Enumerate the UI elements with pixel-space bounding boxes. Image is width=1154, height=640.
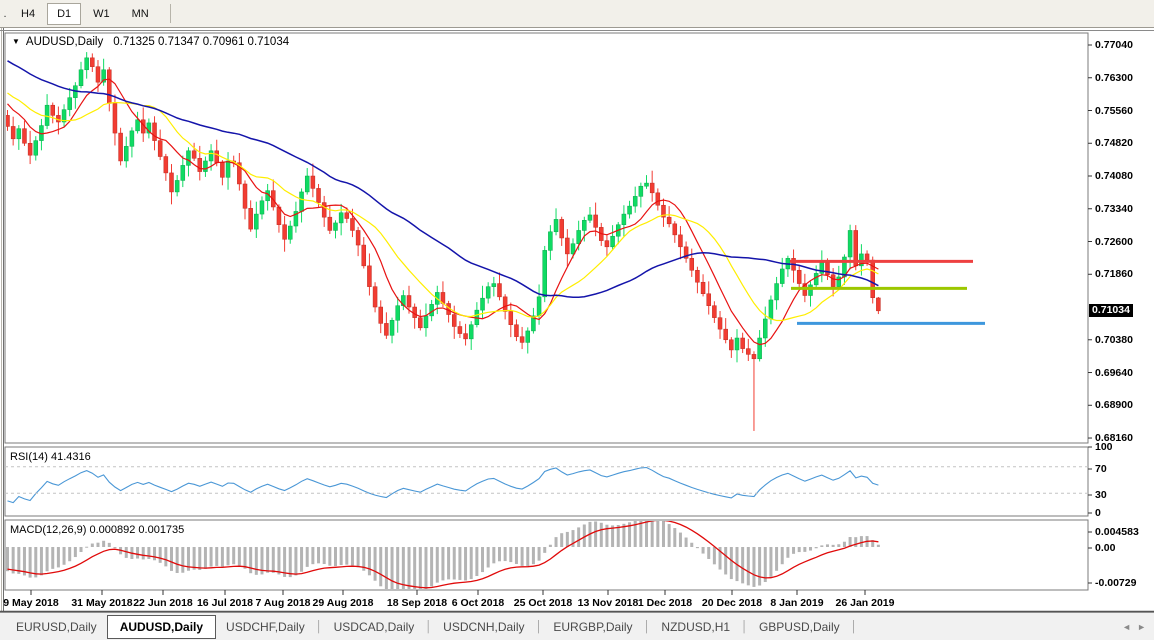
rsi-axis-label: 100 xyxy=(1095,441,1113,453)
tabs-scroll-left-icon[interactable]: ◄ xyxy=(1122,622,1131,632)
price-axis-label: 0.71860 xyxy=(1095,268,1133,280)
tab-separator: │ xyxy=(740,621,749,633)
tab-separator: │ xyxy=(850,621,859,633)
rsi-axis-label: 30 xyxy=(1095,489,1107,501)
price-axis-label: 0.68900 xyxy=(1095,399,1133,411)
price-axis-label: 0.70380 xyxy=(1095,334,1133,346)
current-price-tag: 0.71034 xyxy=(1089,304,1133,317)
price-axis-label: 0.74080 xyxy=(1095,170,1133,182)
macd-axis-label: 0.00 xyxy=(1095,542,1115,554)
chart-title: ▼ AUDUSD,Daily 0.71325 0.71347 0.70961 0.7… xyxy=(12,36,289,48)
chart-tab-usdcnh[interactable]: USDCNH,Daily xyxy=(433,616,534,638)
chart-tabs-bar: EURUSD,DailyAUDUSD,DailyUSDCHF,Daily│USD… xyxy=(0,612,1154,640)
tab-separator: │ xyxy=(424,621,433,633)
symbol-dropdown-icon[interactable]: ▼ xyxy=(12,37,20,46)
tab-separator: │ xyxy=(535,621,544,633)
chart-tab-usdcad[interactable]: USDCAD,Daily xyxy=(324,616,425,638)
macd-axis-label: -0.00729 xyxy=(1095,577,1136,589)
tab-separator: │ xyxy=(643,621,652,633)
date-axis-label: 26 Jan 2019 xyxy=(820,597,910,609)
price-axis-label: 0.72600 xyxy=(1095,236,1133,248)
price-axis-label: 0.75560 xyxy=(1095,105,1133,117)
chart-tab-gbpusd[interactable]: GBPUSD,Daily xyxy=(749,616,850,638)
chart-tab-eurusd[interactable]: EURUSD,Daily xyxy=(6,616,107,638)
chart-tab-nzdusd[interactable]: NZDUSD,H1 xyxy=(651,616,740,638)
chart-tab-audusd[interactable]: AUDUSD,Daily xyxy=(107,615,216,639)
chart-canvas[interactable] xyxy=(0,0,1154,640)
tabs-scroll-right-icon[interactable]: ► xyxy=(1137,622,1146,632)
rsi-axis-label: 0 xyxy=(1095,507,1101,519)
chart-symbol: AUDUSD,Daily xyxy=(26,36,103,48)
macd-axis-label: 0.004583 xyxy=(1095,526,1139,538)
mt4-window: . H4D1W1MN ▼AUDUSD,Daily0.71325 0.71347 … xyxy=(0,0,1154,640)
price-axis-label: 0.74820 xyxy=(1095,137,1133,149)
rsi-axis-label: 70 xyxy=(1095,463,1107,475)
rsi-indicator-label: RSI(14) 41.4316 xyxy=(10,451,91,463)
chart-tab-eurgbp[interactable]: EURGBP,Daily xyxy=(543,616,642,638)
price-axis-label: 0.73340 xyxy=(1095,203,1133,215)
price-axis-label: 0.76300 xyxy=(1095,72,1133,84)
tab-separator: │ xyxy=(315,621,324,633)
chart-ohlc-values: 0.71325 0.71347 0.70961 0.71034 xyxy=(113,36,289,48)
price-axis-label: 0.77040 xyxy=(1095,39,1133,51)
chart-tab-usdchf[interactable]: USDCHF,Daily xyxy=(216,616,315,638)
tabs-nav: ◄ ► xyxy=(1122,622,1154,632)
macd-indicator-label: MACD(12,26,9) 0.000892 0.001735 xyxy=(10,524,184,536)
price-axis-label: 0.69640 xyxy=(1095,367,1133,379)
chart-tabs: EURUSD,DailyAUDUSD,DailyUSDCHF,Daily│USD… xyxy=(6,615,859,639)
